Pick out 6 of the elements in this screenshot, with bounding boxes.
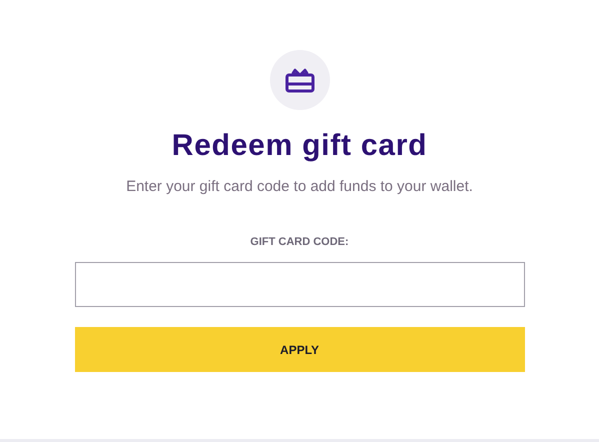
gift-card-icon <box>284 67 314 93</box>
gift-card-code-field[interactable] <box>74 262 524 307</box>
apply-button[interactable]: APPLY <box>74 327 524 372</box>
page-subtitle: Enter your gift card code to add funds to your wallet. <box>126 177 473 197</box>
page-title: Redeem gift card <box>172 128 428 164</box>
field-label: GIFT CARD CODE: <box>250 234 349 250</box>
